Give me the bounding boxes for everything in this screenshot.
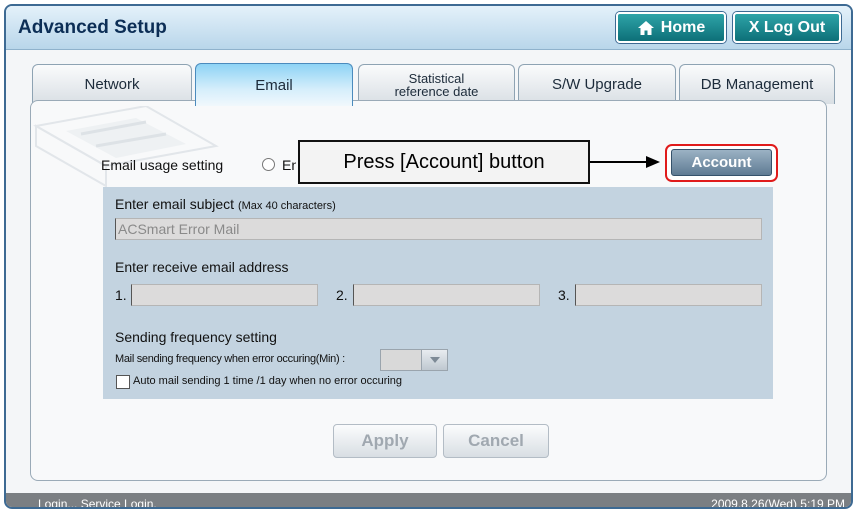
tab-db-management[interactable]: DB Management [679,64,835,104]
subject-label: Enter email subject (Max 40 characters) [115,196,336,212]
chevron-down-icon[interactable] [421,350,447,370]
tab-statistical-label-line2: reference date [394,83,479,99]
auto-mail-checkbox[interactable] [116,375,130,389]
logout-button-label: X Log Out [748,18,826,36]
tab-email-label: Email [255,76,293,94]
callout-arrow-icon [646,156,660,168]
home-icon [637,20,654,35]
tab-sw-upgrade-label: S/W Upgrade [551,76,643,93]
auto-mail-label: Auto mail sending 1 time /1 day when no … [133,375,403,387]
tab-db-management-label: DB Management [700,76,814,93]
logout-button[interactable]: X Log Out [733,12,841,43]
tab-network[interactable]: Network [32,64,192,104]
address-label: Enter receive email address [115,259,289,275]
tab-statistical-reference-date[interactable]: Statistical reference date [358,64,515,104]
email-usage-label: Email usage setting [101,157,224,173]
frequency-select-value [381,350,421,370]
advanced-setup-window: Advanced Setup Home X Log Out Network Em… [4,4,853,509]
address-2-number: 2. [336,287,348,303]
email-details-section: Enter email subject (Max 40 characters) … [103,187,773,399]
cancel-button[interactable]: Cancel [443,424,549,458]
tab-statistical-label-line1: Statistical [408,70,465,86]
apply-button[interactable]: Apply [333,424,437,458]
email-address-2-input[interactable] [353,284,540,306]
login-status: Login... Service Login. [38,497,157,509]
frequency-label: Sending frequency setting [115,329,277,345]
instruction-callout-text: Press [Account] button [343,150,545,173]
email-address-3-input[interactable] [575,284,762,306]
page-title: Advanced Setup [18,17,167,38]
date-time: 2009.8.26(Wed) 5:19 PM [711,497,845,509]
home-button[interactable]: Home [616,12,726,43]
title-bar: Advanced Setup Home X Log Out [6,6,851,50]
tab-email[interactable]: Email [195,63,353,106]
email-address-1-input[interactable] [131,284,318,306]
cancel-button-label: Cancel [468,431,524,450]
email-enable-radio-label: En [282,157,296,173]
subject-label-text: Enter email subject [115,196,235,212]
frequency-select[interactable] [380,349,448,371]
subject-hint: (Max 40 characters) [237,200,336,212]
callout-arrow-line [590,161,650,163]
home-button-label: Home [660,18,706,36]
address-1-number: 1. [115,287,127,303]
instruction-callout: Press [Account] button [298,140,590,184]
email-subject-input[interactable]: ACSmart Error Mail [115,218,762,240]
account-button-label: Account [691,154,752,171]
frequency-description: Mail sending frequency when error occuri… [115,353,345,365]
tab-network-label: Network [84,76,140,93]
address-3-number: 3. [558,287,570,303]
status-bar: Login... Service Login. 2009.8.26(Wed) 5… [6,493,851,509]
tab-sw-upgrade[interactable]: S/W Upgrade [518,64,676,104]
apply-button-label: Apply [361,431,409,450]
account-button[interactable]: Account [671,149,772,176]
email-enable-radio[interactable] [262,158,275,171]
